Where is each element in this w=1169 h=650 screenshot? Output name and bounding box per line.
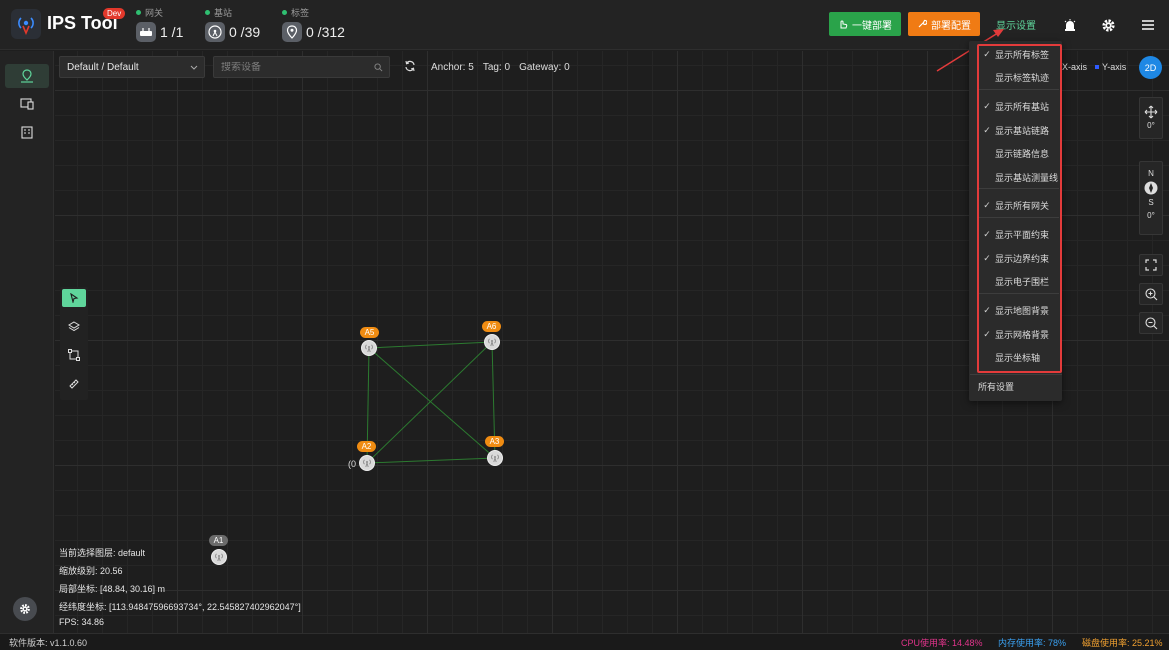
status-bar: 软件版本: v1.1.0.60 CPU使用率: 14.48% 内存使用率: 78… — [0, 633, 1169, 650]
disk-usage: 磁盘使用率: 25.21% — [1082, 638, 1163, 648]
dropdown-divider — [970, 374, 1062, 375]
highlight-frame — [977, 44, 1062, 373]
all-settings-item[interactable]: 所有设置 — [978, 380, 1014, 393]
cpu-usage: CPU使用率: 14.48% — [901, 638, 983, 648]
software-version: 软件版本: v1.1.0.60 — [9, 638, 88, 648]
memory-usage: 内存使用率: 78% — [998, 638, 1067, 648]
